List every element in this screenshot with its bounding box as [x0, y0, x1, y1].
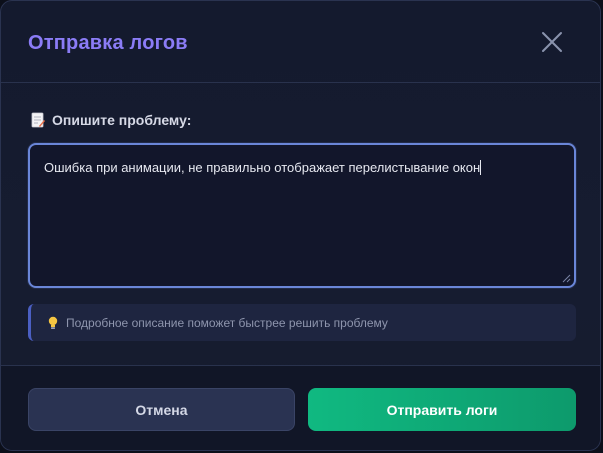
- send-logs-button[interactable]: Отправить логи: [308, 388, 576, 431]
- close-icon: [542, 32, 562, 52]
- dialog-title: Отправка логов: [28, 32, 188, 54]
- dialog-header: Отправка логов: [1, 1, 600, 83]
- textarea-value: Ошибка при анимации, не правильно отобра…: [44, 160, 481, 175]
- description-textarea[interactable]: Ошибка при анимации, не правильно отобра…: [28, 143, 576, 288]
- description-label-row: Опишите проблему:: [31, 112, 191, 128]
- close-button[interactable]: [537, 27, 567, 57]
- dialog-body: Опишите проблему: Ошибка при анимации, н…: [1, 83, 600, 365]
- cancel-button[interactable]: Отмена: [28, 388, 295, 431]
- hint-text: Подробное описание поможет быстрее решит…: [66, 315, 388, 330]
- send-logs-dialog: Отправка логов Опишите проблему: Ошибка …: [0, 0, 601, 451]
- text-caret: [480, 160, 482, 175]
- hint-box: Подробное описание поможет быстрее решит…: [28, 304, 576, 341]
- lightbulb-icon: [47, 316, 59, 330]
- dialog-footer: Отмена Отправить логи: [1, 365, 600, 450]
- description-label: Опишите проблему:: [52, 112, 192, 128]
- resize-grip-icon[interactable]: [562, 274, 571, 283]
- memo-icon: [31, 112, 45, 128]
